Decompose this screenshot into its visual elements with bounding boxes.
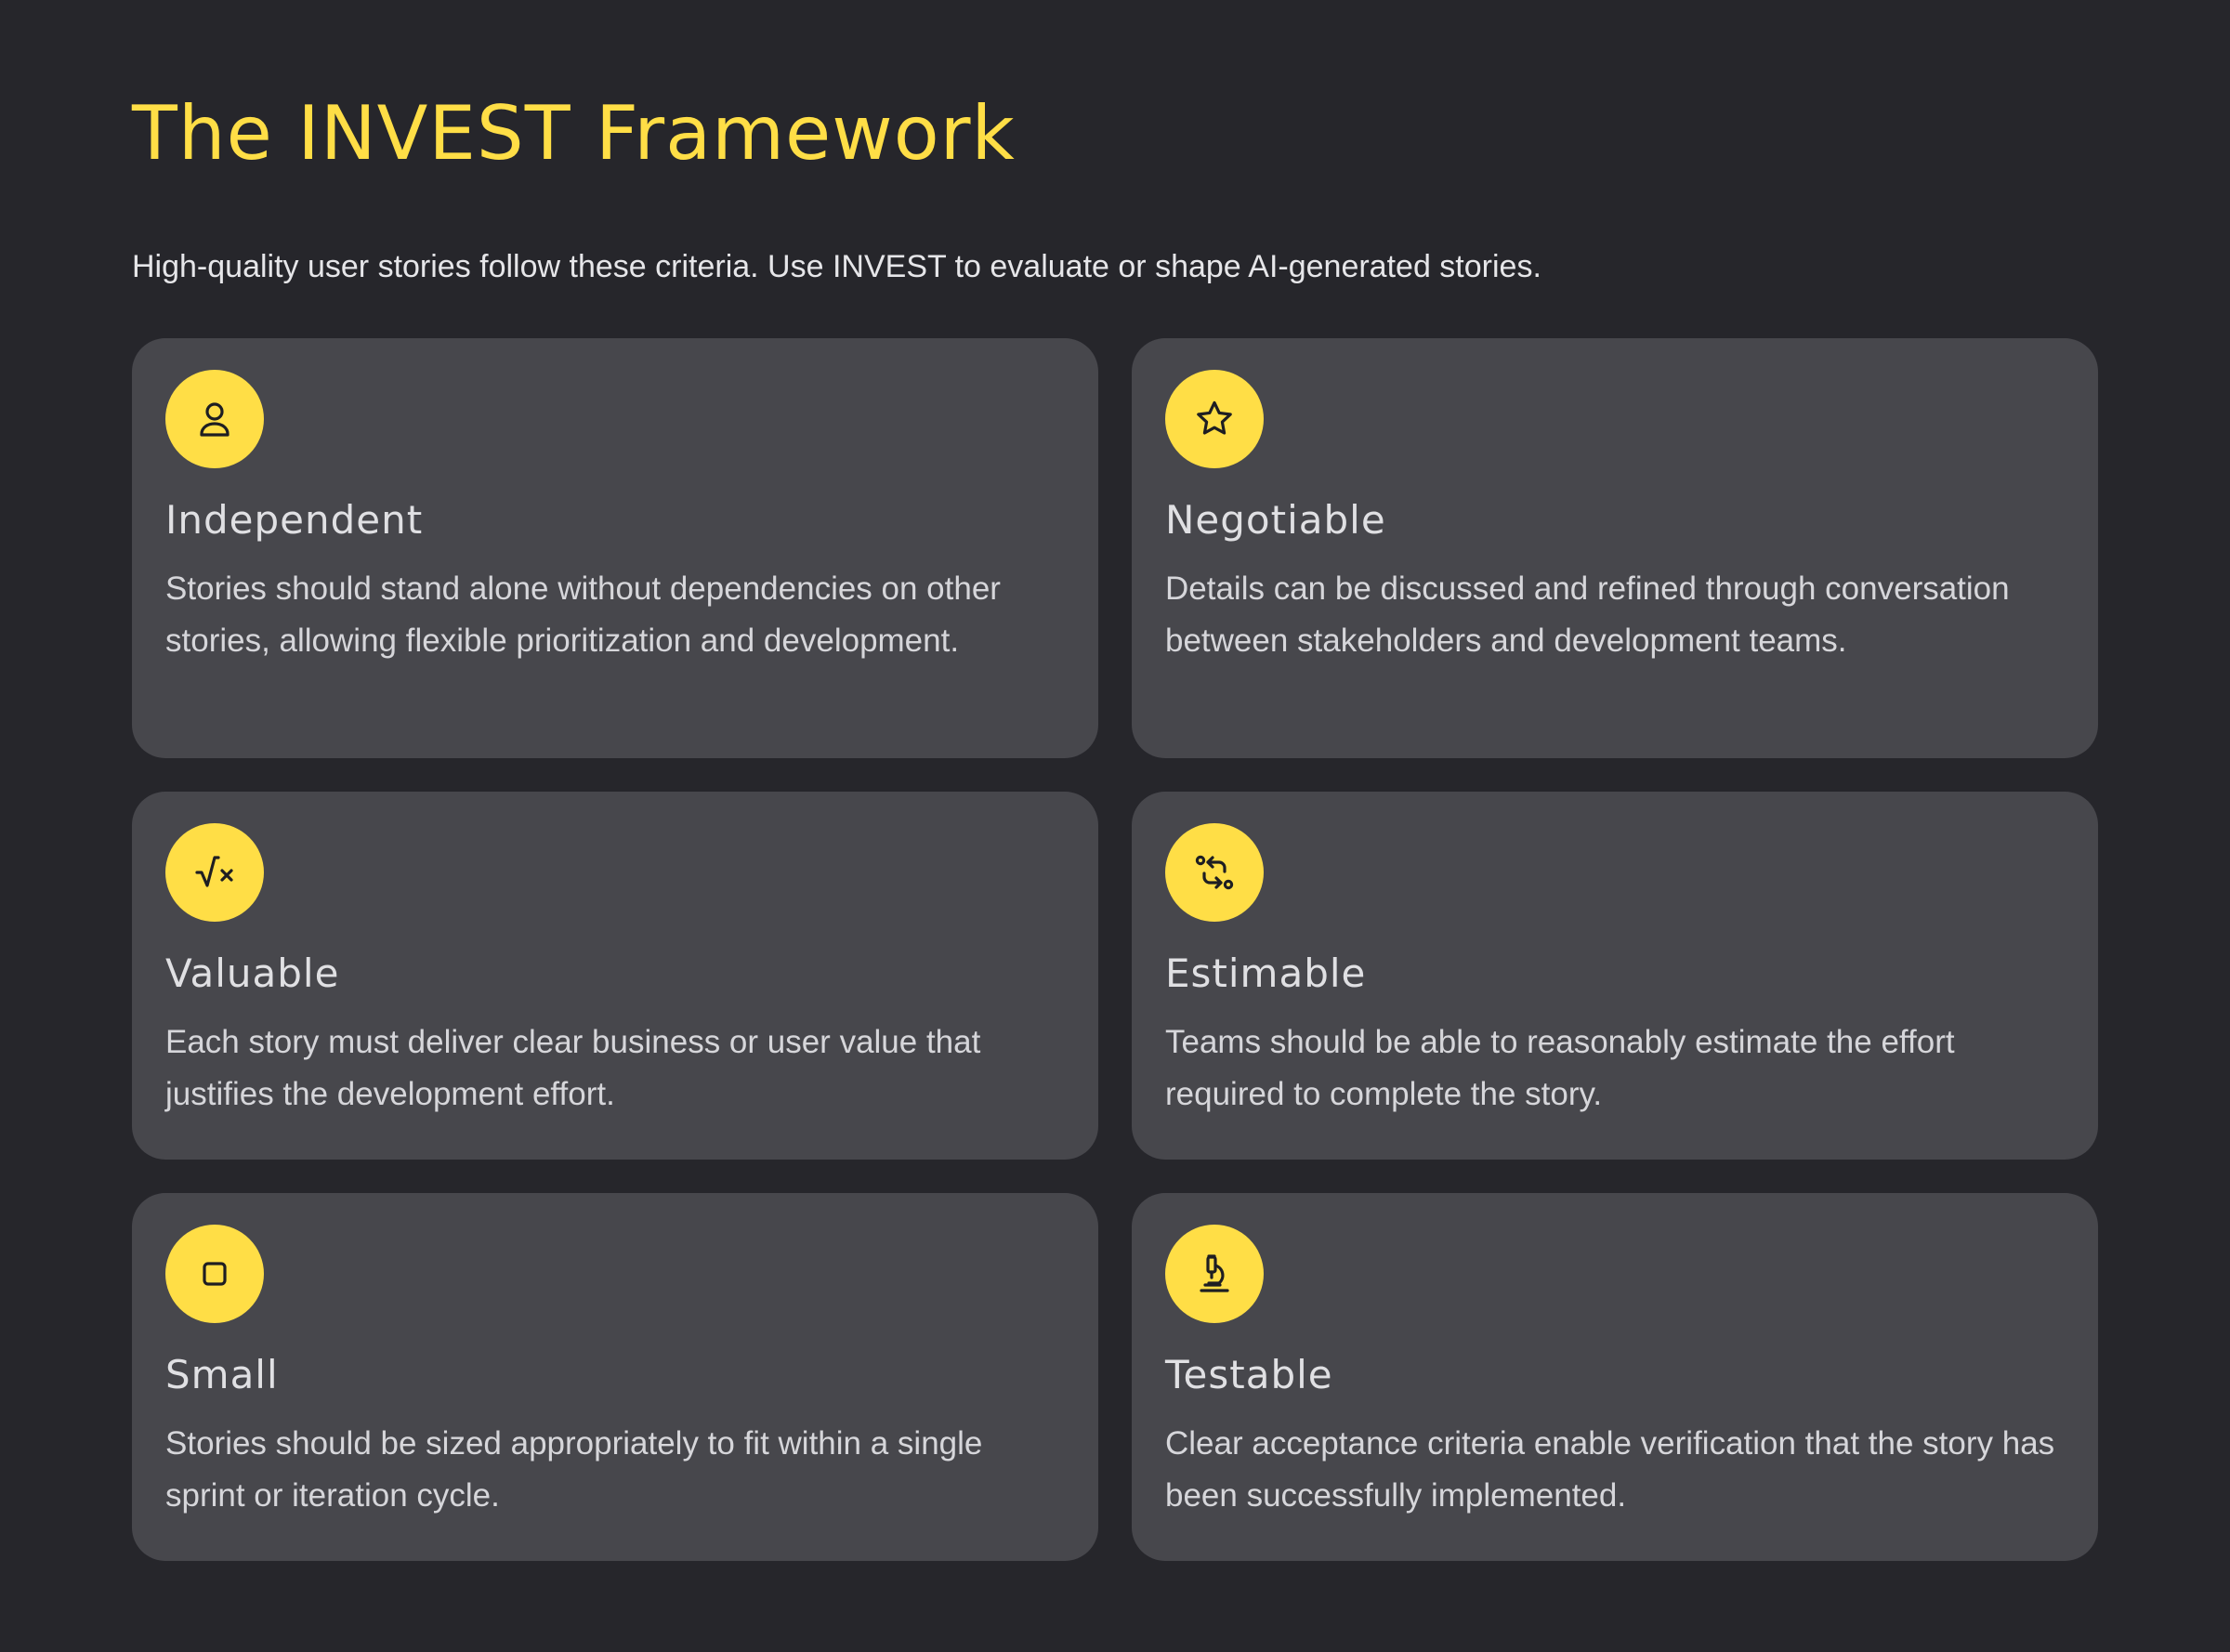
card-description: Details can be discussed and refined thr… xyxy=(1165,570,2010,659)
criteria-grid: Independent Stories should stand alone w… xyxy=(132,338,2098,1561)
card-description: Clear acceptance criteria enable verific… xyxy=(1165,1425,2055,1514)
card-description: Each story must deliver clear business o… xyxy=(165,1024,981,1112)
criteria-card-estimable: Estimable Teams should be able to reason… xyxy=(1132,792,2098,1160)
card-description: Stories should stand alone without depen… xyxy=(165,570,1001,659)
card-description: Stories should be sized appropriately to… xyxy=(165,1425,983,1514)
criteria-card-testable: Testable Clear acceptance criteria enabl… xyxy=(1132,1193,2098,1561)
page-subtitle: High-quality user stories follow these c… xyxy=(132,249,1541,284)
criteria-card-small: Small Stories should be sized appropriat… xyxy=(132,1193,1098,1561)
icon-badge xyxy=(1165,370,1264,468)
icon-badge xyxy=(1165,1225,1264,1323)
user-icon xyxy=(200,402,230,437)
card-title: Testable xyxy=(1165,1352,1333,1397)
square-icon xyxy=(203,1262,227,1286)
criteria-card-valuable: Valuable Each story must deliver clear b… xyxy=(132,792,1098,1160)
icon-badge xyxy=(165,823,264,922)
criteria-card-negotiable: Negotiable Details can be discussed and … xyxy=(1132,338,2098,758)
card-title: Valuable xyxy=(165,951,340,996)
criteria-card-independent: Independent Stories should stand alone w… xyxy=(132,338,1098,758)
card-title: Estimable xyxy=(1165,951,1367,996)
card-description: Teams should be able to reasonably estim… xyxy=(1165,1024,1955,1112)
icon-badge xyxy=(1165,823,1264,922)
card-title: Independent xyxy=(165,497,424,543)
card-title: Negotiable xyxy=(1165,497,1386,543)
arrows-exchange-icon xyxy=(1195,855,1234,890)
star-icon xyxy=(1197,400,1232,435)
icon-badge xyxy=(165,1225,264,1323)
microscope-icon xyxy=(1200,1254,1229,1292)
square-root-variable-icon xyxy=(195,856,233,887)
card-title: Small xyxy=(165,1352,279,1397)
icon-badge xyxy=(165,370,264,468)
slide: The INVEST Framework High-quality user s… xyxy=(0,0,2230,1652)
page-title: The INVEST Framework xyxy=(132,90,1016,177)
